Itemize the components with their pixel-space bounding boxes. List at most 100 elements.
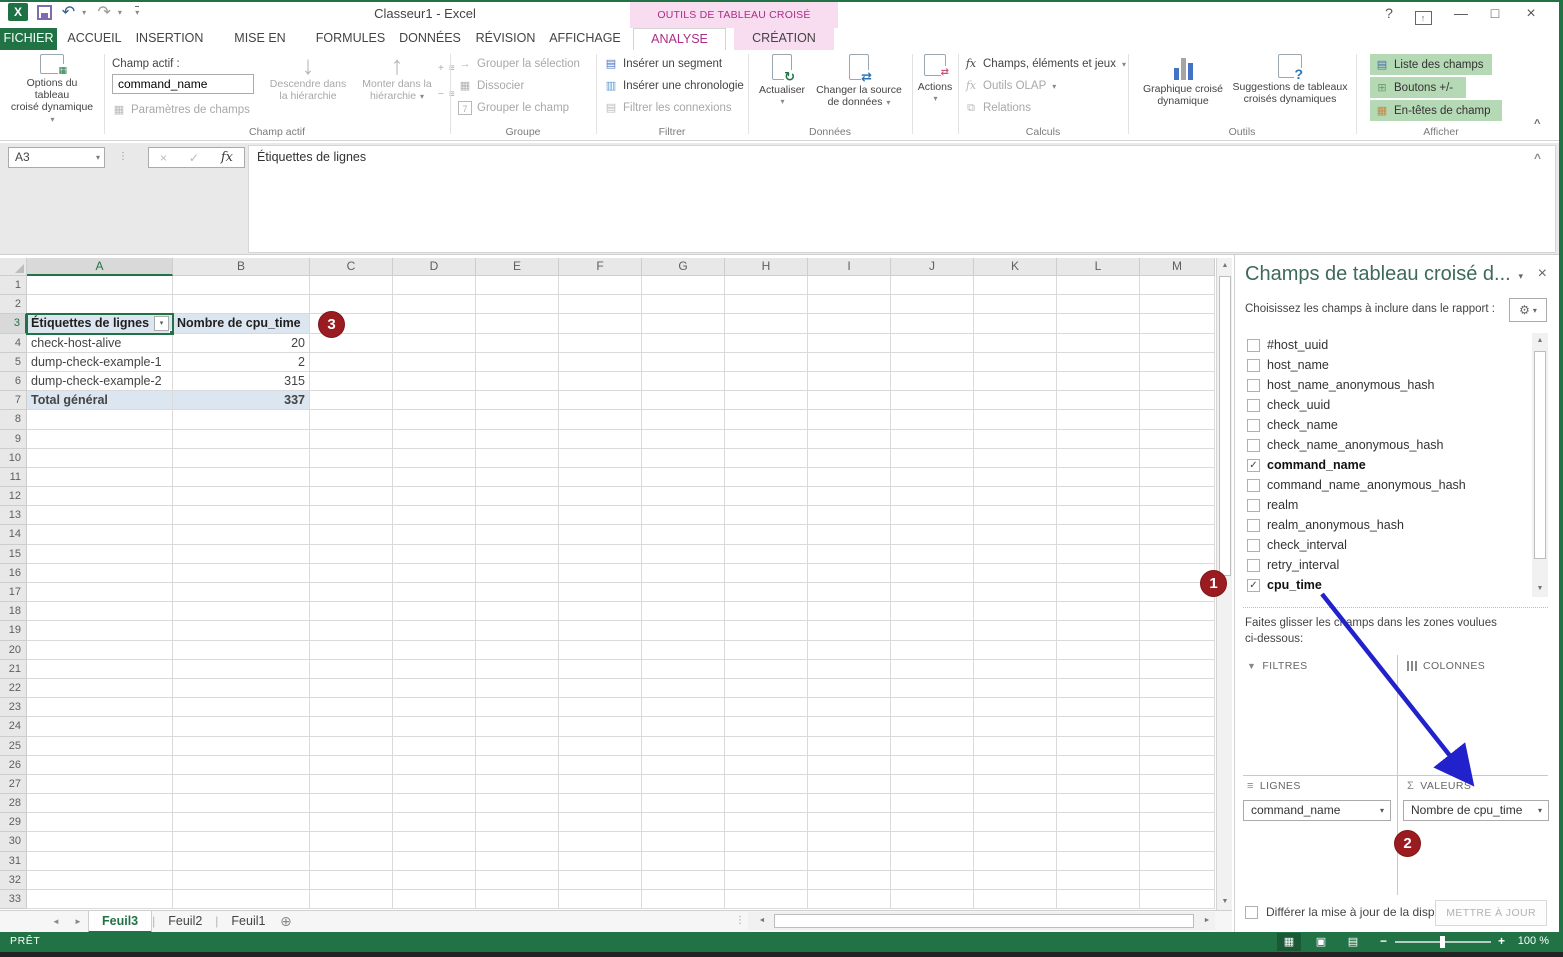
cell-F25[interactable] [559, 737, 642, 756]
cell-I12[interactable] [808, 487, 891, 506]
cell-B30[interactable] [173, 832, 310, 851]
cell-F5[interactable] [559, 353, 642, 372]
olap-tools-button[interactable]: fx Outils OLAP▾ [964, 76, 1056, 96]
cell-G8[interactable] [642, 410, 725, 429]
tab-mise-en-page[interactable]: MISE EN PAGE [216, 28, 304, 50]
field-item-cpu_time[interactable]: ✓cpu_time [1243, 575, 1531, 595]
cell-F16[interactable] [559, 564, 642, 583]
cell-D4[interactable] [393, 334, 476, 353]
cell-D22[interactable] [393, 679, 476, 698]
cell-J5[interactable] [891, 353, 974, 372]
cell-E12[interactable] [476, 487, 559, 506]
sheet-tab-Feuil2[interactable]: Feuil2 [155, 911, 215, 933]
field-checkbox[interactable] [1247, 379, 1260, 392]
cell-L9[interactable] [1057, 430, 1140, 449]
cell-L17[interactable] [1057, 583, 1140, 602]
cell-F30[interactable] [559, 832, 642, 851]
filter-connections-button[interactable]: ▤ Filtrer les connexions [604, 98, 732, 118]
cell-H33[interactable] [725, 890, 808, 909]
cell-J15[interactable] [891, 545, 974, 564]
cell-C15[interactable] [310, 545, 393, 564]
cell-J12[interactable] [891, 487, 974, 506]
cell-I13[interactable] [808, 506, 891, 525]
cell-E2[interactable] [476, 295, 559, 314]
cell-G7[interactable] [642, 391, 725, 410]
cell-B6[interactable]: 315 [173, 372, 310, 391]
row-header-17[interactable]: 17 [0, 583, 27, 602]
column-header-B[interactable]: B [173, 258, 310, 276]
values-zone-field[interactable]: Nombre de cpu_time ▾ [1403, 800, 1549, 821]
cell-G21[interactable] [642, 660, 725, 679]
cell-K32[interactable] [974, 871, 1057, 890]
cell-A1[interactable] [27, 276, 173, 295]
cell-K33[interactable] [974, 890, 1057, 909]
cell-H5[interactable] [725, 353, 808, 372]
cell-A19[interactable] [27, 621, 173, 640]
cell-I32[interactable] [808, 871, 891, 890]
column-header-M[interactable]: M [1140, 258, 1215, 276]
pivot-chart-button[interactable]: Graphique croisé dynamique [1136, 54, 1230, 107]
cell-A5[interactable]: dump-check-example-1 [27, 353, 173, 372]
cell-M27[interactable] [1140, 775, 1215, 794]
cell-K5[interactable] [974, 353, 1057, 372]
cell-M28[interactable] [1140, 794, 1215, 813]
cell-D15[interactable] [393, 545, 476, 564]
cell-A12[interactable] [27, 487, 173, 506]
cell-B27[interactable] [173, 775, 310, 794]
column-header-L[interactable]: L [1057, 258, 1140, 276]
cell-A14[interactable] [27, 525, 173, 544]
field-list-toggle[interactable]: ▤ Liste des champs [1370, 54, 1492, 75]
pane-close-icon[interactable]: × [1538, 265, 1547, 283]
cell-G2[interactable] [642, 295, 725, 314]
cell-J3[interactable] [891, 314, 974, 333]
relations-button[interactable]: ⧉ Relations [964, 98, 1031, 118]
cell-L4[interactable] [1057, 334, 1140, 353]
cell-E33[interactable] [476, 890, 559, 909]
cell-B2[interactable] [173, 295, 310, 314]
cell-L19[interactable] [1057, 621, 1140, 640]
cell-B15[interactable] [173, 545, 310, 564]
row-header-20[interactable]: 20 [0, 641, 27, 660]
cell-L21[interactable] [1057, 660, 1140, 679]
group-field-button[interactable]: 7 Grouper le champ [458, 98, 569, 118]
cell-D12[interactable] [393, 487, 476, 506]
cell-F7[interactable] [559, 391, 642, 410]
cell-E5[interactable] [476, 353, 559, 372]
row-header-24[interactable]: 24 [0, 717, 27, 736]
cell-B25[interactable] [173, 737, 310, 756]
sheet-nav-right-icon[interactable]: ► [74, 911, 82, 932]
row-header-2[interactable]: 2 [0, 295, 27, 314]
cell-H30[interactable] [725, 832, 808, 851]
cell-H14[interactable] [725, 525, 808, 544]
cell-A33[interactable] [27, 890, 173, 909]
cell-G10[interactable] [642, 449, 725, 468]
cell-H29[interactable] [725, 813, 808, 832]
cell-G13[interactable] [642, 506, 725, 525]
cell-D32[interactable] [393, 871, 476, 890]
cell-K24[interactable] [974, 717, 1057, 736]
cell-M25[interactable] [1140, 737, 1215, 756]
cell-B31[interactable] [173, 852, 310, 871]
cell-H18[interactable] [725, 602, 808, 621]
field-item-realm[interactable]: realm [1243, 495, 1531, 515]
field-checkbox[interactable] [1247, 339, 1260, 352]
insert-function-icon[interactable]: fx [221, 150, 233, 165]
collapse-formula-bar-icon[interactable]: ^ [1534, 151, 1541, 165]
cell-B14[interactable] [173, 525, 310, 544]
cell-E18[interactable] [476, 602, 559, 621]
cell-A7[interactable]: Total général [27, 391, 173, 410]
cell-D5[interactable] [393, 353, 476, 372]
cell-L12[interactable] [1057, 487, 1140, 506]
cell-C4[interactable] [310, 334, 393, 353]
cell-J23[interactable] [891, 698, 974, 717]
cell-M2[interactable] [1140, 295, 1215, 314]
cell-H13[interactable] [725, 506, 808, 525]
cell-C25[interactable] [310, 737, 393, 756]
cell-M33[interactable] [1140, 890, 1215, 909]
cell-A27[interactable] [27, 775, 173, 794]
column-header-A[interactable]: A [27, 258, 173, 276]
pivot-filter-dropdown-icon[interactable]: ▾ [154, 316, 169, 331]
cell-K9[interactable] [974, 430, 1057, 449]
cell-F18[interactable] [559, 602, 642, 621]
cell-K18[interactable] [974, 602, 1057, 621]
